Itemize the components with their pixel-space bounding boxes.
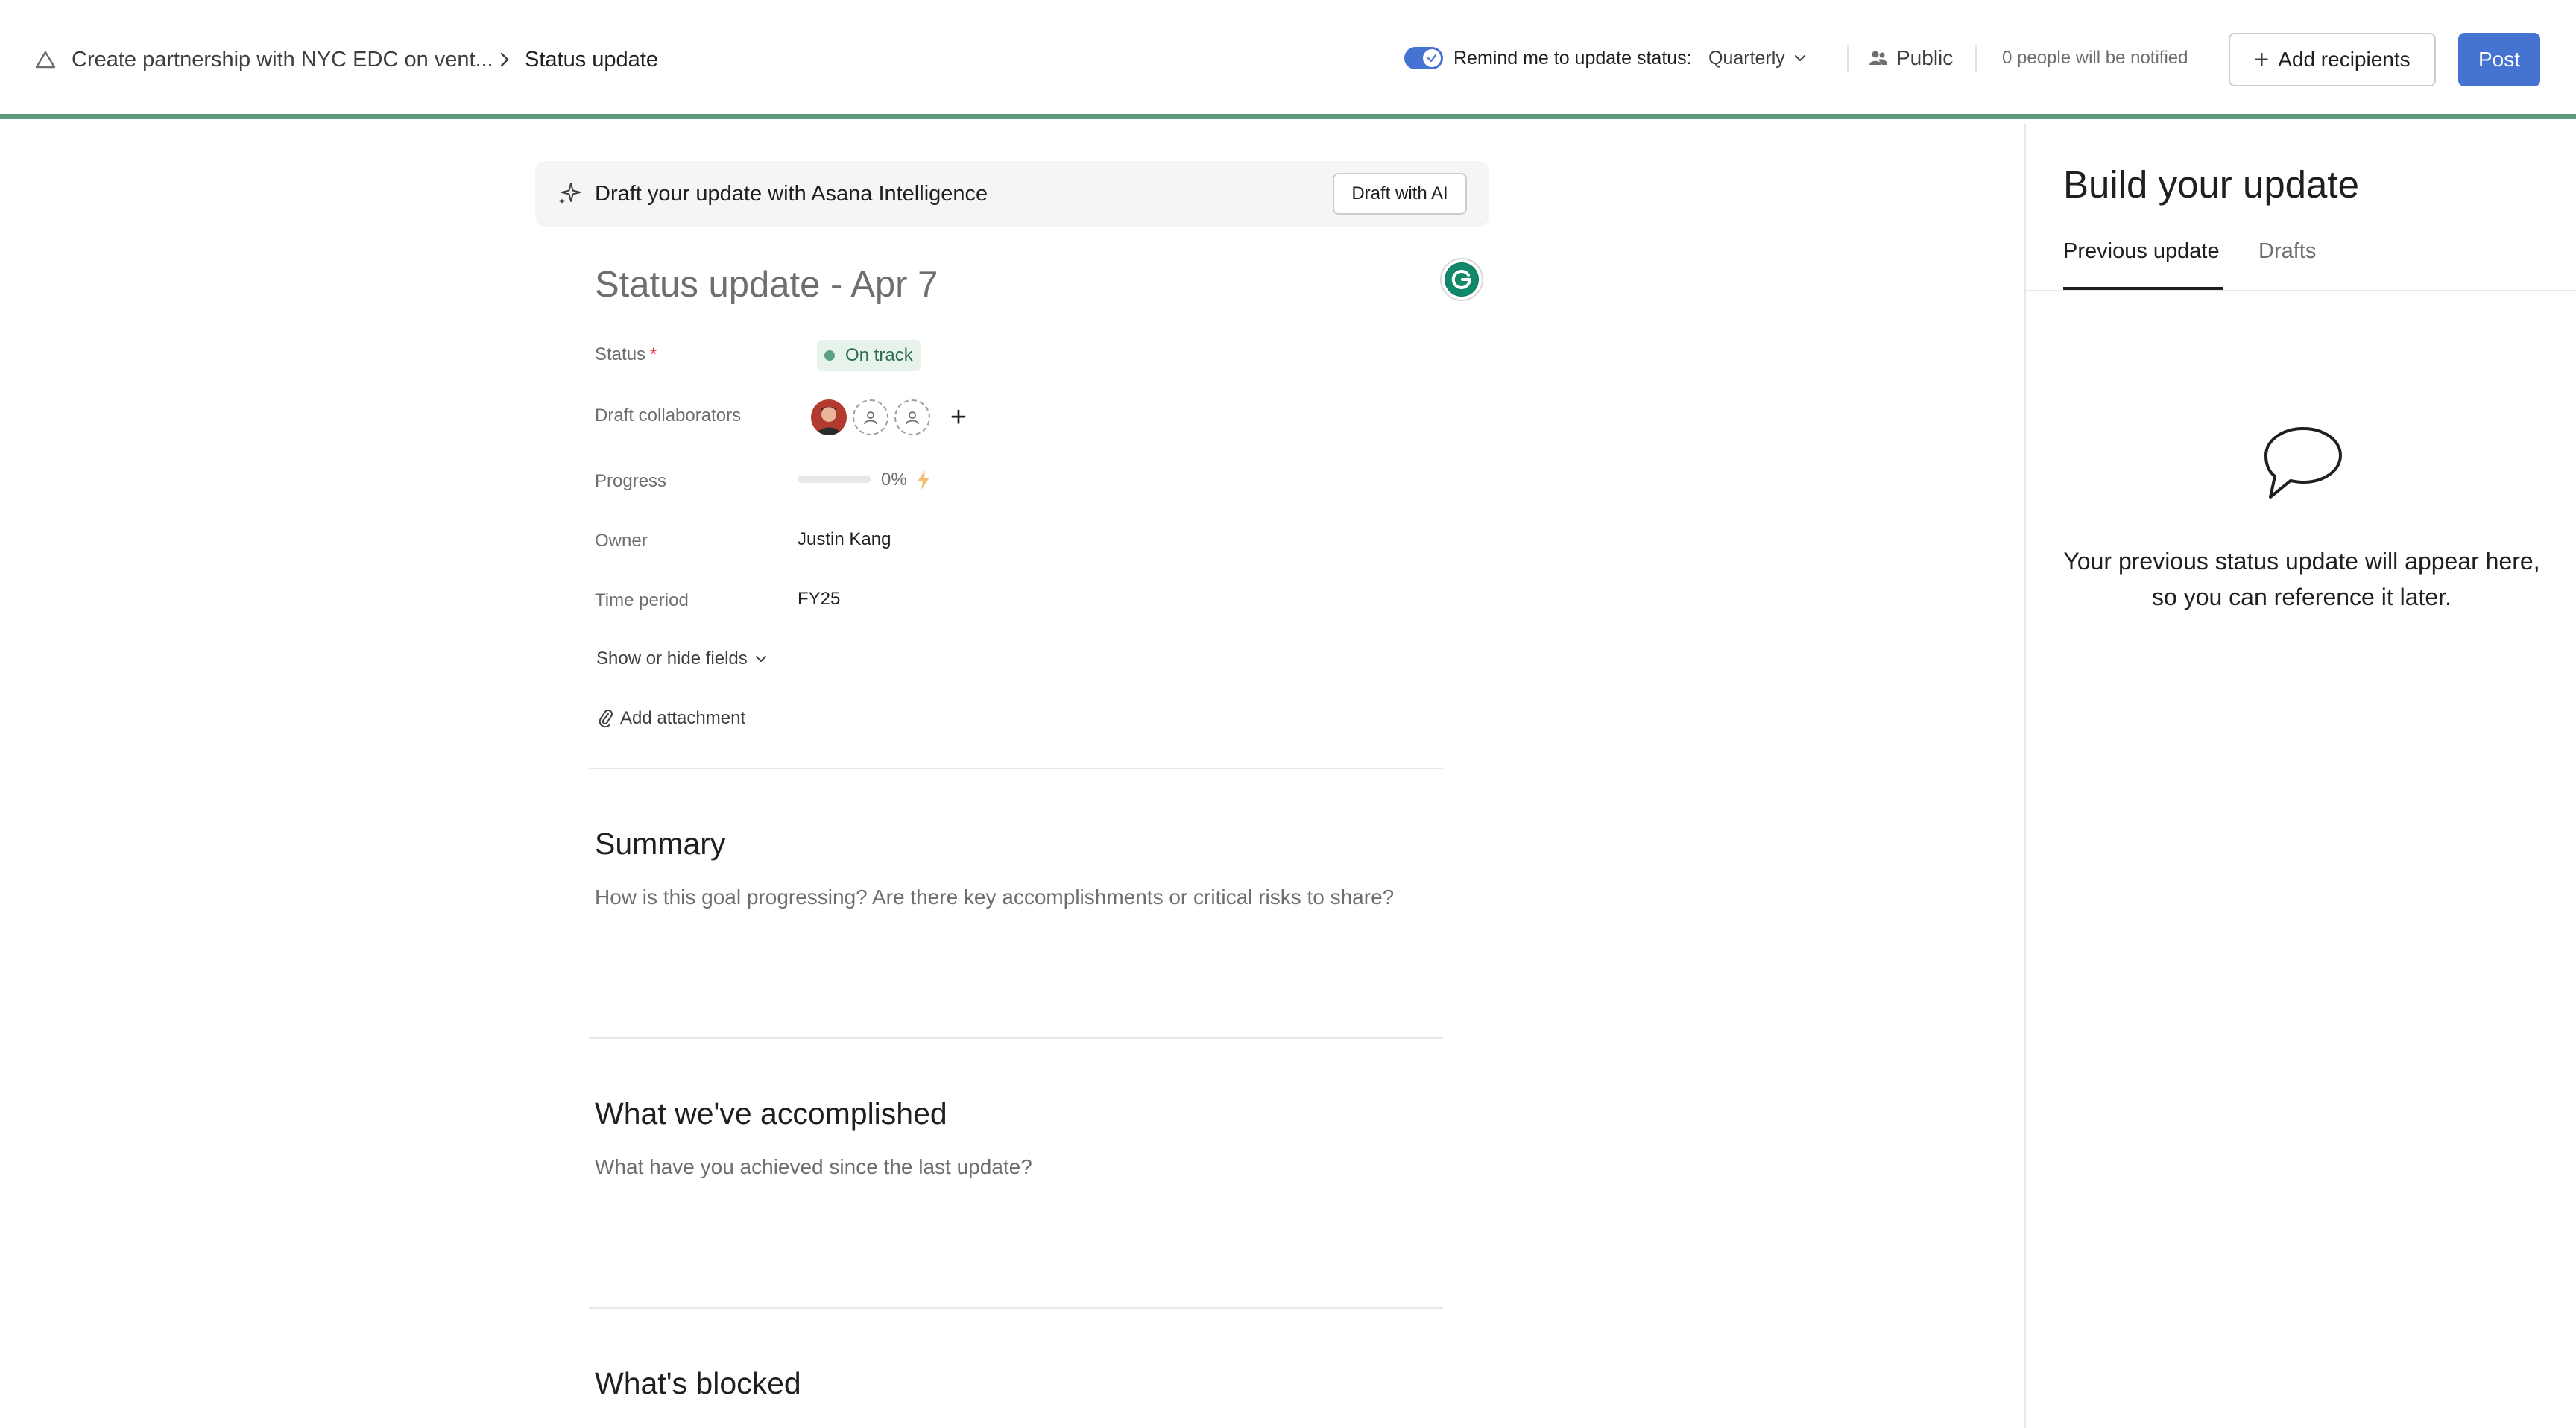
ai-draft-banner: Draft your update with Asana Intelligenc…	[535, 161, 1489, 227]
accomplished-input[interactable]: What have you achieved since the last up…	[595, 1152, 1032, 1182]
progress-value: 0%	[881, 470, 907, 490]
status-badge[interactable]: On track	[817, 340, 921, 371]
progress-bar	[798, 476, 871, 483]
draft-with-ai-button[interactable]: Draft with AI	[1333, 173, 1467, 215]
plus-icon: +	[2254, 45, 2270, 74]
divider	[2026, 290, 2576, 291]
empty-state-message: Your previous status update will appear …	[2063, 548, 2540, 610]
add-recipients-button[interactable]: + Add recipients	[2229, 33, 2436, 86]
blocked-heading: What's blocked	[595, 1366, 801, 1400]
divider	[1847, 45, 1849, 72]
show-hide-fields-label: Show or hide fields	[596, 648, 748, 669]
divider	[589, 1307, 1443, 1309]
speech-bubble-icon	[2264, 427, 2342, 499]
divider	[589, 1037, 1443, 1039]
status-dot	[824, 350, 835, 361]
sparkle-icon	[559, 183, 581, 204]
add-collaborator-icon[interactable]: +	[947, 402, 970, 432]
ai-draft-prompt: Draft your update with Asana Intelligenc…	[595, 182, 988, 206]
toggle-knob	[1423, 49, 1441, 67]
top-bar: Create partnership with NYC EDC on vent.…	[0, 0, 2576, 119]
progress-label: Progress	[595, 471, 667, 491]
tab-previous-update[interactable]: Previous update	[2063, 236, 2220, 266]
status-label-text: Status	[595, 344, 646, 364]
status-title-input[interactable]: Status update - Apr 7	[595, 256, 1415, 313]
required-mark: *	[650, 344, 657, 364]
owner-label: Owner	[595, 531, 648, 551]
summary-heading: Summary	[595, 827, 726, 861]
time-period-label: Time period	[595, 590, 689, 610]
paperclip-icon	[599, 710, 613, 728]
breadcrumb-current: Status update	[525, 47, 658, 72]
remind-label: Remind me to update status:	[1453, 48, 1692, 69]
grammarly-icon[interactable]	[1439, 256, 1485, 303]
check-icon	[1427, 54, 1437, 63]
remind-toggle[interactable]	[1404, 47, 1443, 69]
breadcrumb-goal-link[interactable]: Create partnership with NYC EDC on vent.…	[33, 43, 493, 76]
goal-icon	[35, 51, 56, 69]
visibility-button[interactable]: Public	[1868, 43, 1953, 73]
panel-title: Build your update	[2063, 163, 2359, 206]
divider	[1975, 45, 1977, 72]
post-button[interactable]: Post	[2458, 33, 2540, 86]
collaborators-label: Draft collaborators	[595, 405, 742, 426]
remind-frequency-value: Quarterly	[1708, 48, 1785, 69]
user-photo-icon	[811, 399, 847, 435]
add-attachment-button[interactable]: Add attachment	[596, 705, 745, 732]
avatar[interactable]	[811, 399, 847, 435]
empty-collaborator-avatar[interactable]	[894, 399, 930, 435]
status-label: Status *	[595, 341, 657, 368]
time-period-value[interactable]: FY25	[798, 586, 840, 613]
chevron-down-icon	[755, 656, 766, 662]
visibility-label: Public	[1896, 46, 1954, 69]
build-update-panel: Build your update Previous update Drafts…	[2024, 124, 2576, 1428]
notified-count: 0 people will be notified	[2002, 48, 2188, 68]
status-value: On track	[845, 345, 913, 365]
tab-drafts[interactable]: Drafts	[2258, 236, 2316, 266]
add-attachment-label: Add attachment	[620, 708, 746, 728]
summary-input[interactable]: How is this goal progressing? Are there …	[595, 882, 1394, 912]
accomplished-heading: What we've accomplished	[595, 1096, 947, 1131]
breadcrumb-goal-text: Create partnership with NYC EDC on vent.…	[72, 47, 493, 72]
lightning-icon[interactable]	[914, 468, 933, 492]
owner-value[interactable]: Justin Kang	[798, 526, 891, 553]
chevron-down-icon	[1794, 55, 1805, 61]
remind-frequency-dropdown[interactable]: Quarterly	[1708, 45, 1808, 72]
people-icon	[1869, 51, 1887, 65]
show-hide-fields-button[interactable]: Show or hide fields	[596, 645, 768, 672]
chevron-right-icon	[500, 52, 509, 67]
divider	[589, 768, 1443, 769]
add-recipients-label: Add recipients	[2278, 48, 2411, 71]
user-icon	[906, 411, 919, 425]
user-icon	[864, 411, 877, 425]
empty-collaborator-avatar[interactable]	[853, 399, 888, 435]
